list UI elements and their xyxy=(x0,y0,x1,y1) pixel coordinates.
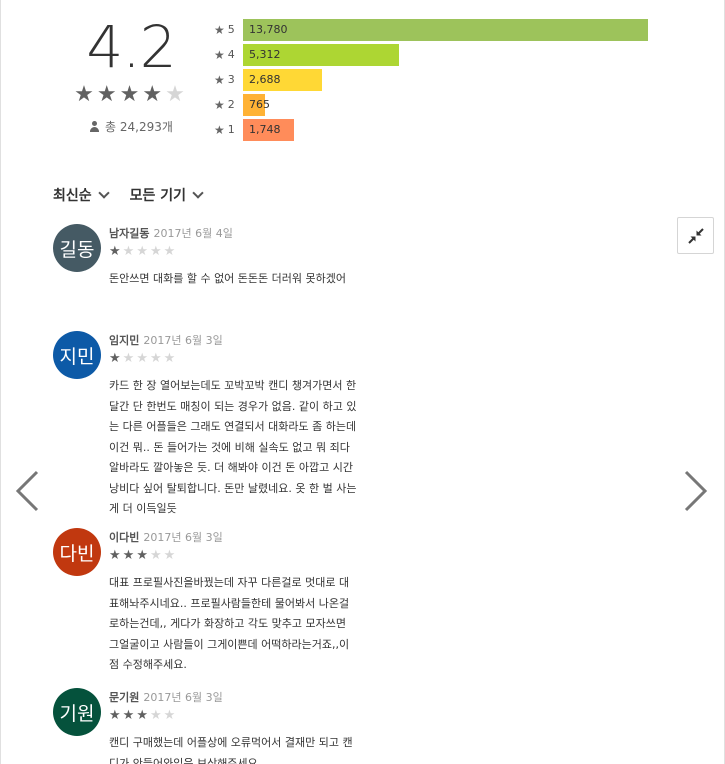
histogram-star-number: 5 xyxy=(227,23,235,36)
review-stars: ★★★★★ xyxy=(109,351,359,367)
star-empty-icon: ★ xyxy=(149,244,164,259)
review-author: 남자길동 xyxy=(109,227,150,240)
total-ratings-label: 총 24,293개 xyxy=(105,120,173,134)
star-empty-icon: ★ xyxy=(149,351,164,366)
histogram-bar: 2,688 xyxy=(243,68,322,91)
review-filters: 최신순 모든 기기 xyxy=(53,185,204,205)
star-filled-icon: ★ xyxy=(74,82,97,107)
device-label: 모든 기기 xyxy=(129,188,187,204)
histogram-row: ★ 5 13,780 xyxy=(214,17,648,42)
histogram-row: ★ 3 2,688 xyxy=(214,67,648,92)
star-icon: ★ xyxy=(214,47,225,62)
review-text: 대표 프로필사진을바꿨는데 자꾸 다른걸로 멋대로 대표해놔주시네요.. 프로필… xyxy=(109,576,350,671)
review-stars: ★★★★★ xyxy=(109,244,359,260)
sort-dropdown[interactable]: 최신순 xyxy=(53,185,110,205)
chevron-down-icon xyxy=(192,186,204,199)
star-empty-icon: ★ xyxy=(165,82,188,107)
review-stars: ★★★★★ xyxy=(109,548,359,564)
histogram-star-number: 4 xyxy=(227,48,235,61)
review-stars: ★★★★★ xyxy=(109,708,359,724)
histogram-bar: 765 xyxy=(243,93,270,116)
histogram-row: ★ 1 1,748 xyxy=(214,117,648,142)
review-author: 이다빈 xyxy=(109,531,140,544)
review-text: 돈안쓰면 대화를 할 수 없어 돈돈돈 더러워 못하겠어 xyxy=(109,272,346,285)
star-filled-icon: ★ xyxy=(109,548,123,563)
average-rating: 4.2 xyxy=(86,13,176,81)
avatar: 기원 xyxy=(53,688,101,736)
star-filled-icon: ★ xyxy=(109,351,123,366)
histogram-count: 5,312 xyxy=(249,47,281,61)
rating-summary: 4.2 ★★★★★ 총 24,293개 xyxy=(70,14,192,135)
star-empty-icon: ★ xyxy=(136,244,150,259)
review-date: 2017년 6월 3일 xyxy=(143,691,223,704)
rating-histogram: ★ 5 13,780 ★ 4 5,312 ★ 3 2,688 ★ 2 765 ★ 1 1,748 xyxy=(214,17,648,142)
chevron-left-icon[interactable] xyxy=(13,470,43,512)
device-dropdown[interactable]: 모든 기기 xyxy=(129,185,204,205)
star-empty-icon: ★ xyxy=(149,548,164,563)
histogram-star-label: ★ 1 xyxy=(214,123,243,137)
review-date: 2017년 6월 3일 xyxy=(143,531,223,544)
histogram-bar: 5,312 xyxy=(243,43,399,66)
chevron-down-icon xyxy=(97,186,110,199)
star-filled-icon: ★ xyxy=(119,82,143,107)
histogram-bar: 1,748 xyxy=(243,118,294,141)
star-empty-icon: ★ xyxy=(122,351,137,366)
star-icon: ★ xyxy=(214,22,225,37)
star-filled-icon: ★ xyxy=(109,708,123,723)
histogram-star-label: ★ 4 xyxy=(214,48,243,62)
histogram-star-label: ★ 2 xyxy=(214,98,243,112)
collapse-button[interactable] xyxy=(677,217,714,254)
average-stars: ★★★★★ xyxy=(70,83,192,107)
avatar: 지민 xyxy=(53,331,101,379)
histogram-star-number: 3 xyxy=(227,73,235,86)
star-empty-icon: ★ xyxy=(163,351,178,366)
histogram-star-label: ★ 5 xyxy=(214,23,243,37)
review-date: 2017년 6월 4일 xyxy=(153,227,233,240)
review-text: 캔디 구매했는데 어플상에 오류먹어서 결재만 되고 캔디가 안들어와있음 보상… xyxy=(109,736,353,764)
avatar: 길동 xyxy=(53,224,101,272)
review-date: 2017년 6월 3일 xyxy=(143,334,223,347)
avatar: 다빈 xyxy=(53,528,101,576)
star-empty-icon: ★ xyxy=(136,351,150,366)
star-filled-icon: ★ xyxy=(109,244,123,259)
histogram-star-label: ★ 3 xyxy=(214,73,243,87)
frame-border-left xyxy=(0,0,1,764)
star-empty-icon: ★ xyxy=(163,548,178,563)
histogram-count: 2,688 xyxy=(249,72,281,86)
chevron-right-icon[interactable] xyxy=(680,470,710,512)
histogram-star-number: 1 xyxy=(227,123,235,136)
star-filled-icon: ★ xyxy=(136,548,150,563)
histogram-count: 13,780 xyxy=(249,22,288,36)
histogram-row: ★ 2 765 xyxy=(214,92,648,117)
collapse-icon xyxy=(687,227,704,244)
review-author: 문기원 xyxy=(109,691,140,704)
review-author: 임지민 xyxy=(109,334,140,347)
histogram-count: 1,748 xyxy=(249,122,281,136)
histogram-count: 765 xyxy=(249,97,270,111)
sort-label: 최신순 xyxy=(53,188,92,204)
star-empty-icon: ★ xyxy=(122,244,137,259)
star-empty-icon: ★ xyxy=(163,708,178,723)
star-filled-icon: ★ xyxy=(122,708,137,723)
histogram-star-number: 2 xyxy=(227,98,235,111)
star-icon: ★ xyxy=(214,72,225,87)
person-icon xyxy=(89,121,100,132)
star-filled-icon: ★ xyxy=(136,708,150,723)
star-empty-icon: ★ xyxy=(163,244,178,259)
star-icon: ★ xyxy=(214,97,225,112)
star-filled-icon: ★ xyxy=(96,82,120,107)
star-filled-icon: ★ xyxy=(122,548,137,563)
star-filled-icon: ★ xyxy=(142,82,166,107)
star-icon: ★ xyxy=(214,122,225,137)
review-text: 카드 한 장 열어보는데도 꼬박꼬박 캔디 챙겨가면서 한 달간 단 한번도 매… xyxy=(109,379,357,515)
histogram-bar: 13,780 xyxy=(243,18,648,41)
total-ratings: 총 24,293개 xyxy=(70,118,192,135)
histogram-row: ★ 4 5,312 xyxy=(214,42,648,67)
star-empty-icon: ★ xyxy=(149,708,164,723)
